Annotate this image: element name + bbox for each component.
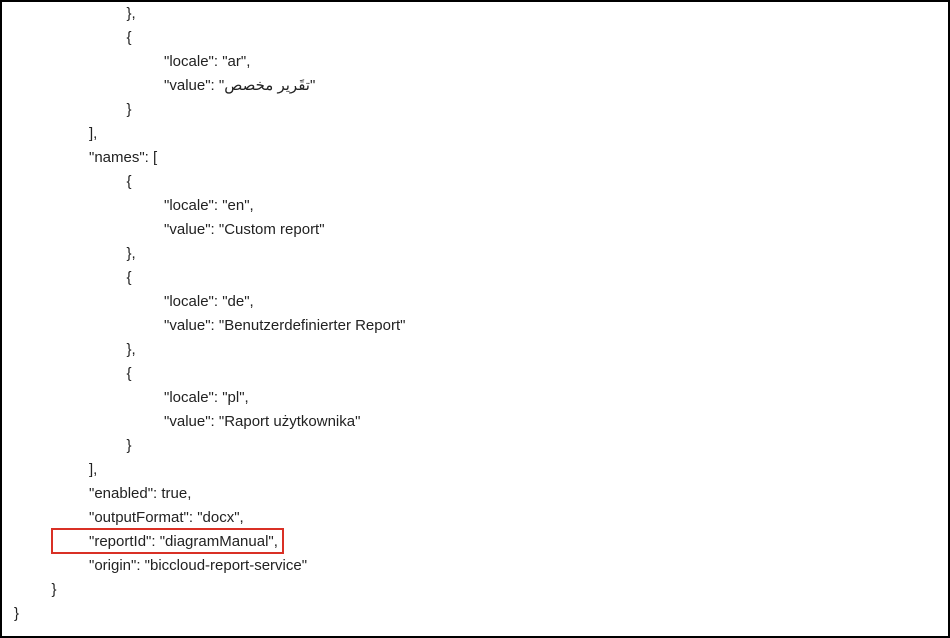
code-line: "locale": "ar", [14,50,940,74]
code-line: } [14,98,940,122]
code-line: { [14,266,940,290]
code-line: ], [14,122,940,146]
spacer-bottom [14,626,940,636]
code-line: } [14,434,940,458]
code-line: "names": [ [14,146,940,170]
code-line: "locale": "en", [14,194,940,218]
highlight-box [51,528,284,554]
code-line: { [14,362,940,386]
code-line-highlighted: "reportId": "diagramManual", [14,530,940,554]
code-line: } [14,578,940,602]
code-line: "value": "تقَرير مخصص" [14,74,940,98]
code-line: "locale": "de", [14,290,940,314]
code-line: }, [14,242,940,266]
code-line: }, [14,2,940,26]
code-line: ], [14,458,940,482]
json-code-block: { "locale": "es", "value": "Reporte pers… [14,2,940,626]
code-line: "locale": "pl", [14,386,940,410]
code-line: }, [14,338,940,362]
code-scroll-area[interactable]: { "locale": "es", "value": "Reporte pers… [2,2,948,636]
code-line: "enabled": true, [14,482,940,506]
code-line: "value": "Benutzerdefinierter Report" [14,314,940,338]
code-line: "value": "Custom report" [14,218,940,242]
code-line: { [14,26,940,50]
code-viewer-frame: { "locale": "es", "value": "Reporte pers… [0,0,950,638]
code-line: "value": "Raport użytkownika" [14,410,940,434]
code-line: } [14,602,940,626]
code-line: { [14,170,940,194]
code-line: "outputFormat": "docx", [14,506,940,530]
code-line: "origin": "biccloud-report-service" [14,554,940,578]
